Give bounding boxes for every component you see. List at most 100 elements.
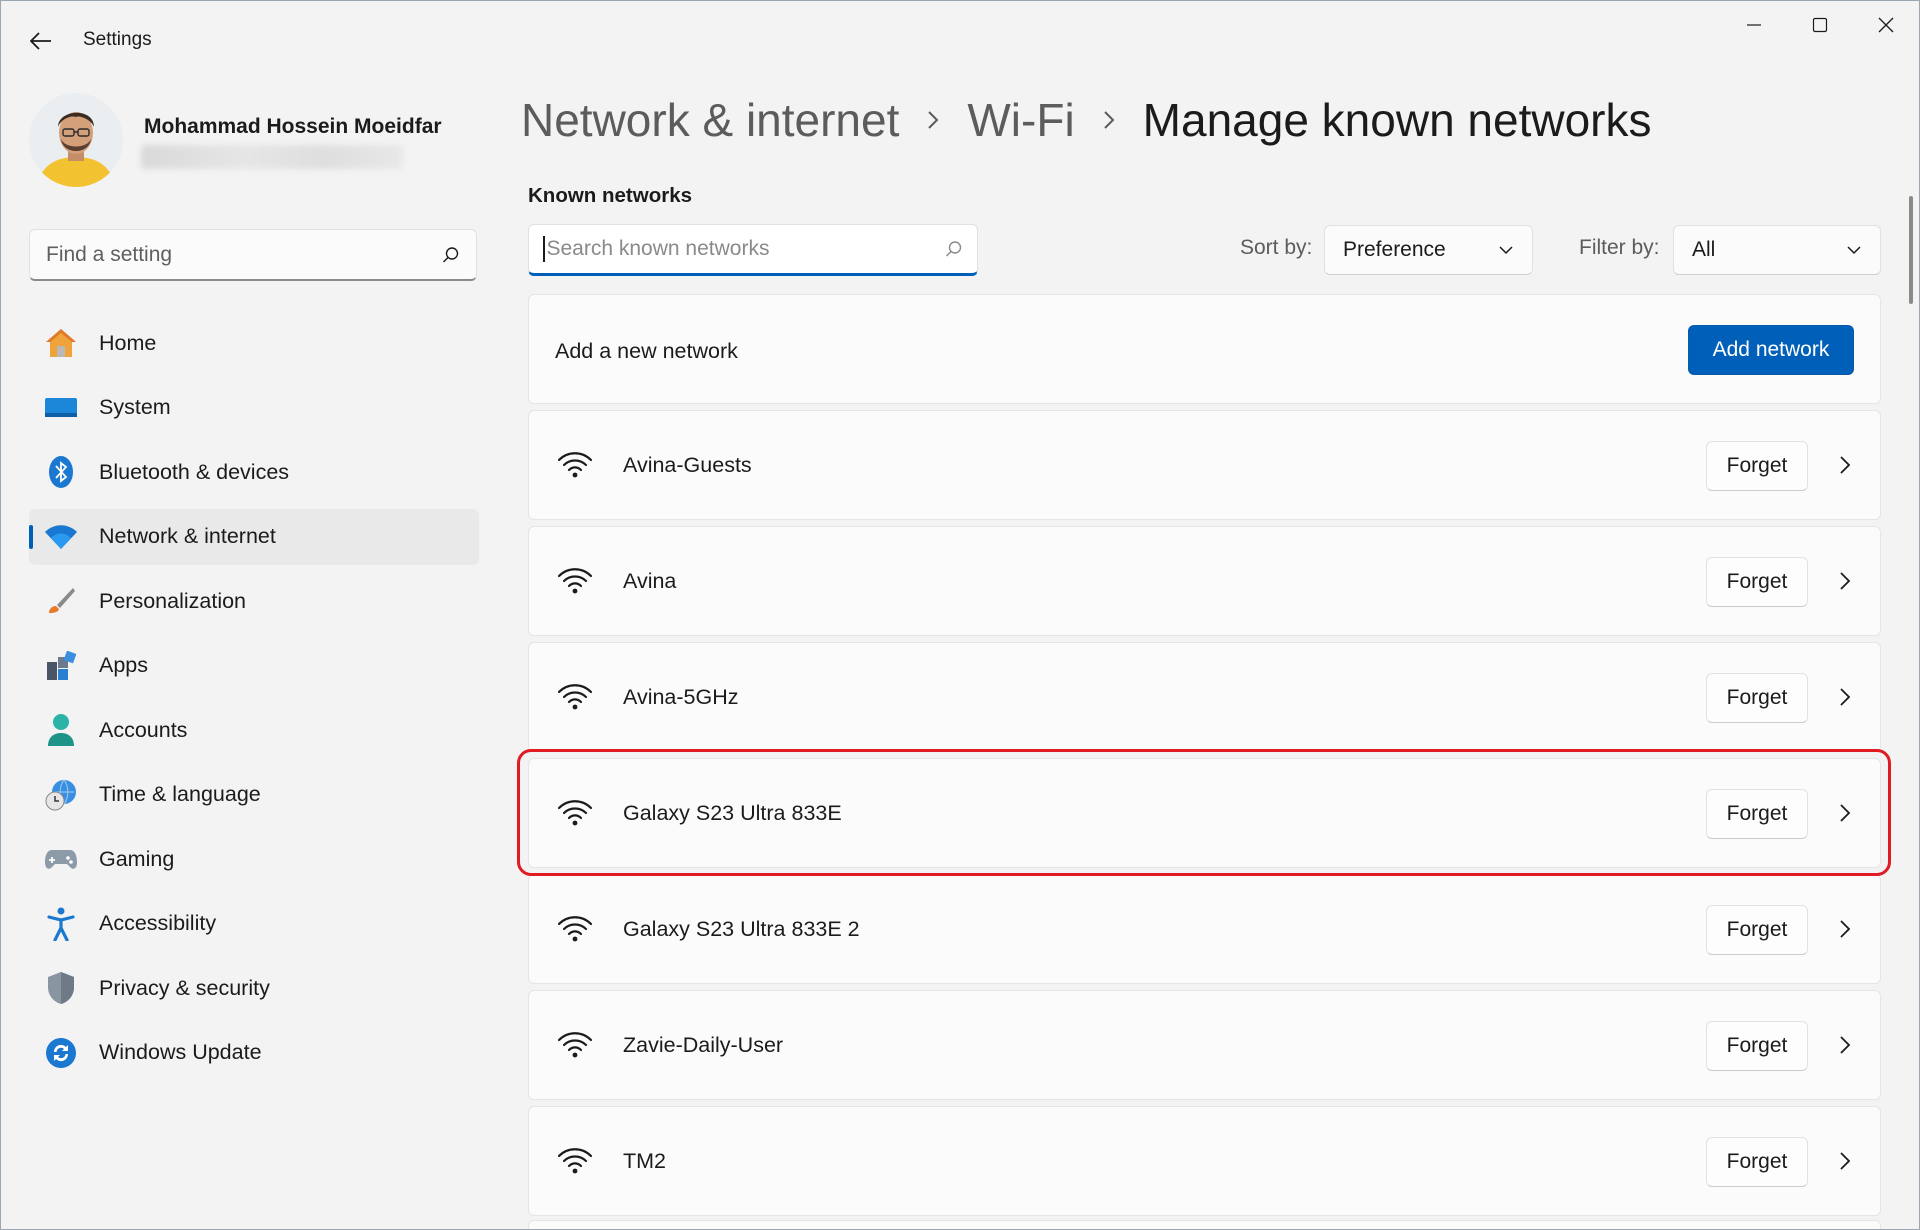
network-row[interactable]: Avina Forget xyxy=(528,526,1881,636)
add-network-button[interactable]: Add network xyxy=(1688,325,1854,375)
sidebar-item-bluetooth-devices[interactable]: Bluetooth & devices xyxy=(29,444,479,500)
sidebar-item-time-language[interactable]: Time & language xyxy=(29,767,479,823)
network-row[interactable]: Avina-5GHz Forget xyxy=(528,642,1881,752)
app-title: Settings xyxy=(83,29,152,50)
sidebar-item-label: Bluetooth & devices xyxy=(99,459,290,484)
network-row-partial[interactable] xyxy=(528,1220,1881,1229)
network-row-highlighted[interactable]: Galaxy S23 Ultra 833E Forget xyxy=(528,758,1881,868)
chevron-right-icon[interactable] xyxy=(1830,565,1860,597)
sidebar-item-network-internet[interactable]: Network & internet xyxy=(29,508,479,565)
wifi-signal-icon xyxy=(557,684,593,710)
sidebar-item-label: System xyxy=(99,395,171,419)
close-button[interactable] xyxy=(1853,1,1919,49)
sort-dropdown[interactable]: Preference xyxy=(1324,225,1533,275)
chevron-right-icon[interactable] xyxy=(1830,1029,1860,1061)
forget-button[interactable]: Forget xyxy=(1706,1137,1808,1187)
user-profile[interactable]: Mohammad Hossein Moeidfar xyxy=(29,93,479,189)
wifi-icon xyxy=(43,519,79,555)
sidebar-item-label: Home xyxy=(99,330,157,355)
chevron-right-icon[interactable] xyxy=(1830,449,1860,481)
network-name: Avina-Guests xyxy=(623,453,752,477)
gamepad-icon xyxy=(43,841,79,877)
forget-button[interactable]: Forget xyxy=(1706,789,1808,839)
forget-button[interactable]: Forget xyxy=(1706,673,1808,723)
breadcrumb: Network & internet Wi-Fi Manage known ne… xyxy=(521,93,1652,147)
sort-value: Preference xyxy=(1343,238,1446,261)
back-button[interactable] xyxy=(23,25,59,57)
breadcrumb-network-internet[interactable]: Network & internet xyxy=(521,93,899,147)
globe-clock-icon xyxy=(43,777,79,813)
maximize-button[interactable] xyxy=(1787,1,1853,49)
sidebar-item-apps[interactable]: Apps xyxy=(29,638,479,694)
sidebar-item-personalization[interactable]: Personalization xyxy=(29,573,479,629)
text-caret xyxy=(543,236,545,262)
forget-button[interactable]: Forget xyxy=(1706,441,1808,491)
network-name: TM2 xyxy=(623,1149,666,1173)
sidebar-item-gaming[interactable]: Gaming xyxy=(29,831,479,887)
forget-button[interactable]: Forget xyxy=(1706,557,1808,607)
find-setting-input[interactable] xyxy=(46,242,442,267)
network-name: Avina xyxy=(623,569,677,593)
filter-dropdown[interactable]: All xyxy=(1673,225,1881,275)
sidebar-item-windows-update[interactable]: Windows Update xyxy=(29,1025,479,1081)
network-row[interactable]: Zavie-Daily-User Forget xyxy=(528,990,1881,1100)
accessibility-icon xyxy=(43,906,79,942)
section-title: Known networks xyxy=(528,184,693,207)
chevron-down-icon xyxy=(1847,246,1861,255)
shield-icon xyxy=(43,970,79,1006)
chevron-right-icon xyxy=(1103,110,1115,130)
network-name: Galaxy S23 Ultra 833E xyxy=(623,801,842,825)
sidebar-item-accessibility[interactable]: Accessibility xyxy=(29,896,479,952)
chevron-right-icon xyxy=(927,110,939,130)
add-network-label: Add a new network xyxy=(555,339,738,363)
sort-label: Sort by: xyxy=(1240,236,1313,259)
home-icon xyxy=(43,325,79,361)
known-networks-search-box[interactable] xyxy=(528,224,978,276)
settings-window: Settings Mohammad Hossein Moeidfar Find … xyxy=(0,0,1920,1230)
sidebar-nav: Home System Bluetooth & devices Network … xyxy=(29,315,479,1089)
minimize-button[interactable] xyxy=(1721,1,1787,49)
chevron-right-icon[interactable] xyxy=(1830,1145,1860,1177)
scrollbar-thumb[interactable] xyxy=(1909,196,1913,304)
find-setting-box[interactable] xyxy=(29,229,477,281)
bluetooth-icon xyxy=(43,454,79,490)
chevron-right-icon[interactable] xyxy=(1830,797,1860,829)
sidebar-item-home[interactable]: Home xyxy=(29,315,479,371)
network-row[interactable]: Galaxy S23 Ultra 833E 2 Forget xyxy=(528,874,1881,984)
forget-button[interactable]: Forget xyxy=(1706,905,1808,955)
chevron-right-icon[interactable] xyxy=(1830,681,1860,713)
close-icon xyxy=(1878,17,1894,33)
wifi-signal-icon xyxy=(557,1148,593,1174)
add-network-card: Add a new network Add network xyxy=(528,294,1881,404)
sidebar-item-label: Apps xyxy=(99,653,149,677)
title-bar: Settings xyxy=(1,1,1919,81)
sidebar-item-privacy-security[interactable]: Privacy & security xyxy=(29,960,479,1016)
known-networks-search-input[interactable] xyxy=(546,237,945,261)
network-name: Galaxy S23 Ultra 833E 2 xyxy=(623,917,860,941)
filter-label: Filter by: xyxy=(1579,236,1660,259)
breadcrumb-wifi[interactable]: Wi-Fi xyxy=(967,93,1074,147)
sidebar-item-label: Windows Update xyxy=(99,1040,262,1064)
sidebar-item-label: Personalization xyxy=(99,588,247,613)
search-icon xyxy=(443,246,459,262)
sidebar-item-label: Gaming xyxy=(99,846,175,871)
wifi-signal-icon xyxy=(557,800,593,826)
avatar xyxy=(29,93,123,187)
chevron-right-icon[interactable] xyxy=(1830,913,1860,945)
wifi-signal-icon xyxy=(557,452,593,478)
network-row[interactable]: TM2 Forget xyxy=(528,1106,1881,1216)
sidebar-item-label: Accessibility xyxy=(99,911,217,935)
minimize-icon xyxy=(1747,24,1761,26)
sidebar-item-system[interactable]: System xyxy=(29,380,479,436)
network-row[interactable]: Avina-Guests Forget xyxy=(528,410,1881,520)
forget-button[interactable]: Forget xyxy=(1706,1021,1808,1071)
filter-value: All xyxy=(1692,238,1716,261)
apps-icon xyxy=(43,648,79,684)
back-arrow-icon xyxy=(30,32,51,50)
network-name: Zavie-Daily-User xyxy=(623,1033,784,1057)
wifi-signal-icon xyxy=(557,568,593,594)
sidebar-item-accounts[interactable]: Accounts xyxy=(29,702,479,758)
wifi-signal-icon xyxy=(557,1032,593,1058)
sidebar-item-label: Network & internet xyxy=(99,524,276,548)
chevron-down-icon xyxy=(1499,246,1513,255)
